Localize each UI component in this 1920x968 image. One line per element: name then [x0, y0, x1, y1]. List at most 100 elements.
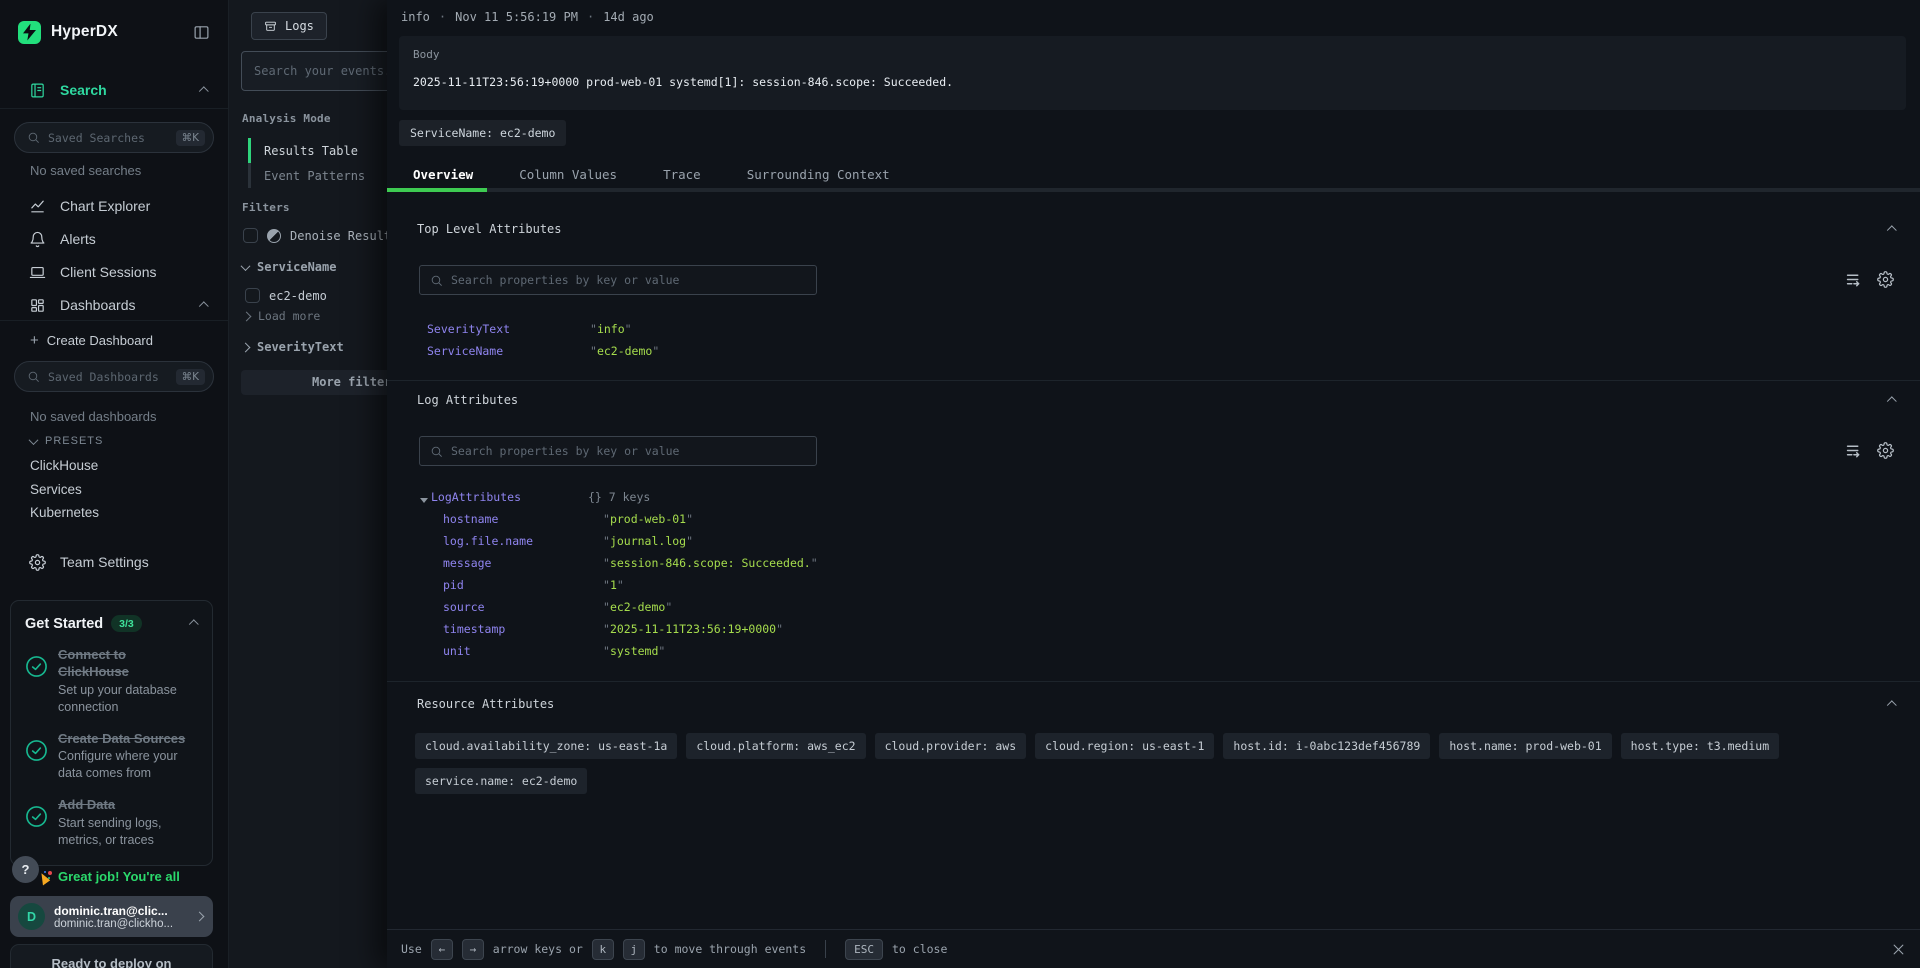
user-menu[interactable]: D dominic.tran@clic... dominic.tran@clic… [10, 896, 213, 937]
preset-clickhouse[interactable]: ClickHouse [30, 458, 98, 473]
attribute-value[interactable]: ec2-demo [590, 344, 659, 358]
sidebar-item-search[interactable]: Search [0, 74, 228, 106]
gear-icon[interactable] [1877, 442, 1894, 459]
sidebar-item-dashboards[interactable]: Dashboards [0, 289, 228, 321]
resource-attribute-chip[interactable]: host.type: t3.medium [1621, 733, 1779, 759]
get-started-step[interactable]: Connect to ClickHouse Set up your databa… [25, 647, 198, 716]
tab-trace[interactable]: Trace [647, 167, 717, 182]
preset-kubernetes[interactable]: Kubernetes [30, 505, 99, 520]
chevron-up-icon[interactable] [189, 619, 199, 629]
wrap-lines-icon[interactable] [1845, 271, 1862, 288]
load-more-button[interactable]: Load more [243, 309, 320, 323]
tab-column-values[interactable]: Column Values [503, 167, 633, 182]
create-dashboard-button[interactable]: + Create Dashboard [30, 333, 153, 348]
resource-attribute-chip[interactable]: cloud.platform: aws_ec2 [686, 733, 865, 759]
saved-searches-input[interactable]: ⌘K [14, 122, 214, 153]
source-selector-button[interactable]: Logs [251, 12, 327, 40]
saved-dashboards-input[interactable]: ⌘K [14, 361, 214, 392]
attribute-value[interactable]: journal.log [603, 534, 693, 548]
tab-surrounding-context[interactable]: Surrounding Context [731, 167, 906, 182]
sidebar-item-label: Team Settings [60, 554, 149, 570]
chevron-right-icon [195, 912, 205, 922]
load-more-label: Load more [258, 309, 320, 323]
resource-attribute-chip[interactable]: host.id: i-0abc123def456789 [1223, 733, 1430, 759]
mode-event-patterns[interactable]: Event Patterns [248, 163, 365, 188]
attribute-value[interactable]: 1 [603, 578, 624, 592]
event-search-box[interactable] [241, 51, 387, 91]
close-icon[interactable] [1891, 942, 1906, 957]
event-search-input[interactable] [254, 64, 387, 78]
sidebar-item-client-sessions[interactable]: Client Sessions [0, 256, 228, 288]
attribute-value[interactable]: session-846.scope: Succeeded. [603, 556, 818, 570]
denoise-checkbox[interactable] [243, 228, 258, 243]
sidebar-item-team-settings[interactable]: Team Settings [0, 546, 228, 578]
resource-attribute-chip[interactable]: cloud.provider: aws [875, 733, 1027, 759]
collapse-section-icon[interactable] [1887, 700, 1897, 710]
attribute-key[interactable]: hostname [443, 512, 498, 526]
chevron-up-icon[interactable] [199, 86, 209, 96]
denoise-filter-row[interactable]: Denoise Results [243, 228, 387, 243]
tree-root-row[interactable]: LogAttributes {} 7 keys [387, 490, 1920, 512]
body-text[interactable]: 2025-11-11T23:56:19+0000 prod-web-01 sys… [413, 75, 1892, 89]
no-saved-dashboards-text: No saved dashboards [30, 409, 156, 424]
help-button[interactable]: ? [12, 856, 39, 883]
mode-results-table[interactable]: Results Table [248, 138, 365, 163]
attribute-value[interactable]: 2025-11-11T23:56:19+0000 [603, 622, 783, 636]
attribute-row: pid 1 [387, 578, 1920, 600]
filter-group-severitytext[interactable]: SeverityText [242, 340, 344, 354]
top-level-search-box[interactable] [419, 265, 817, 295]
attribute-key[interactable]: log.file.name [443, 534, 533, 548]
attribute-key[interactable]: unit [443, 644, 471, 658]
attribute-value[interactable]: systemd [603, 644, 665, 658]
filter-group-servicename[interactable]: ServiceName [242, 260, 336, 274]
attribute-key[interactable]: source [443, 600, 485, 614]
wrap-lines-icon[interactable] [1845, 442, 1862, 459]
denoise-icon [267, 229, 281, 243]
get-started-step[interactable]: Add Data Start sending logs, metrics, or… [25, 797, 198, 849]
collapse-section-icon[interactable] [1887, 396, 1897, 406]
collapse-triangle-icon[interactable] [420, 498, 428, 503]
resource-attribute-chip[interactable]: host.name: prod-web-01 [1439, 733, 1611, 759]
resource-attribute-chip[interactable]: service.name: ec2-demo [415, 768, 587, 794]
gear-icon[interactable] [1877, 271, 1894, 288]
attribute-key[interactable]: SeverityText [427, 322, 510, 336]
event-header: info · Nov 11 5:56:19 PM · 14d ago [401, 10, 654, 24]
service-name-chip[interactable]: ServiceName: ec2-demo [399, 120, 566, 146]
saved-dashboards-field[interactable] [48, 370, 176, 384]
search-panel: Logs Analysis Mode Results Table Event P… [229, 0, 387, 968]
attribute-key[interactable]: pid [443, 578, 464, 592]
service-checkbox[interactable] [245, 288, 260, 303]
body-card: Body 2025-11-11T23:56:19+0000 prod-web-0… [399, 36, 1906, 110]
search-nav-icon [29, 82, 46, 99]
get-started-step[interactable]: Create Data Sources Configure where your… [25, 731, 198, 783]
deploy-banner[interactable]: Ready to deploy on [10, 944, 213, 968]
more-filters-button[interactable]: More filters [241, 370, 387, 395]
tab-overview[interactable]: Overview [397, 167, 489, 182]
attribute-key[interactable]: timestamp [443, 622, 505, 636]
step-title: Add Data [58, 797, 198, 814]
log-attrs-search-box[interactable] [419, 436, 817, 466]
resource-attribute-chip[interactable]: cloud.availability_zone: us-east-1a [415, 733, 677, 759]
active-tab-indicator [387, 188, 487, 192]
collapse-sidebar-icon[interactable] [193, 24, 210, 41]
tree-root-key[interactable]: LogAttributes [431, 490, 521, 504]
chevron-up-icon[interactable] [199, 301, 209, 311]
filter-group-label: ServiceName [257, 260, 336, 274]
resource-attribute-chip[interactable]: cloud.region: us-east-1 [1035, 733, 1214, 759]
service-value-row[interactable]: ec2-demo [245, 288, 327, 303]
top-level-attributes-title: Top Level Attributes [417, 222, 562, 236]
preset-services[interactable]: Services [30, 482, 82, 497]
sidebar-item-alerts[interactable]: Alerts [0, 223, 228, 255]
log-attrs-search-input[interactable] [451, 444, 806, 458]
attribute-value[interactable]: info [590, 322, 632, 336]
attribute-value[interactable]: ec2-demo [603, 600, 672, 614]
saved-searches-field[interactable] [48, 131, 176, 145]
collapse-section-icon[interactable] [1887, 225, 1897, 235]
attribute-key[interactable]: ServiceName [427, 344, 503, 358]
event-timestamp: Nov 11 5:56:19 PM [455, 10, 578, 24]
attribute-value[interactable]: prod-web-01 [603, 512, 693, 526]
sidebar-item-chart-explorer[interactable]: Chart Explorer [0, 190, 228, 222]
top-level-search-input[interactable] [451, 273, 806, 287]
attribute-key[interactable]: message [443, 556, 491, 570]
presets-section-toggle[interactable]: PRESETS [30, 435, 103, 447]
